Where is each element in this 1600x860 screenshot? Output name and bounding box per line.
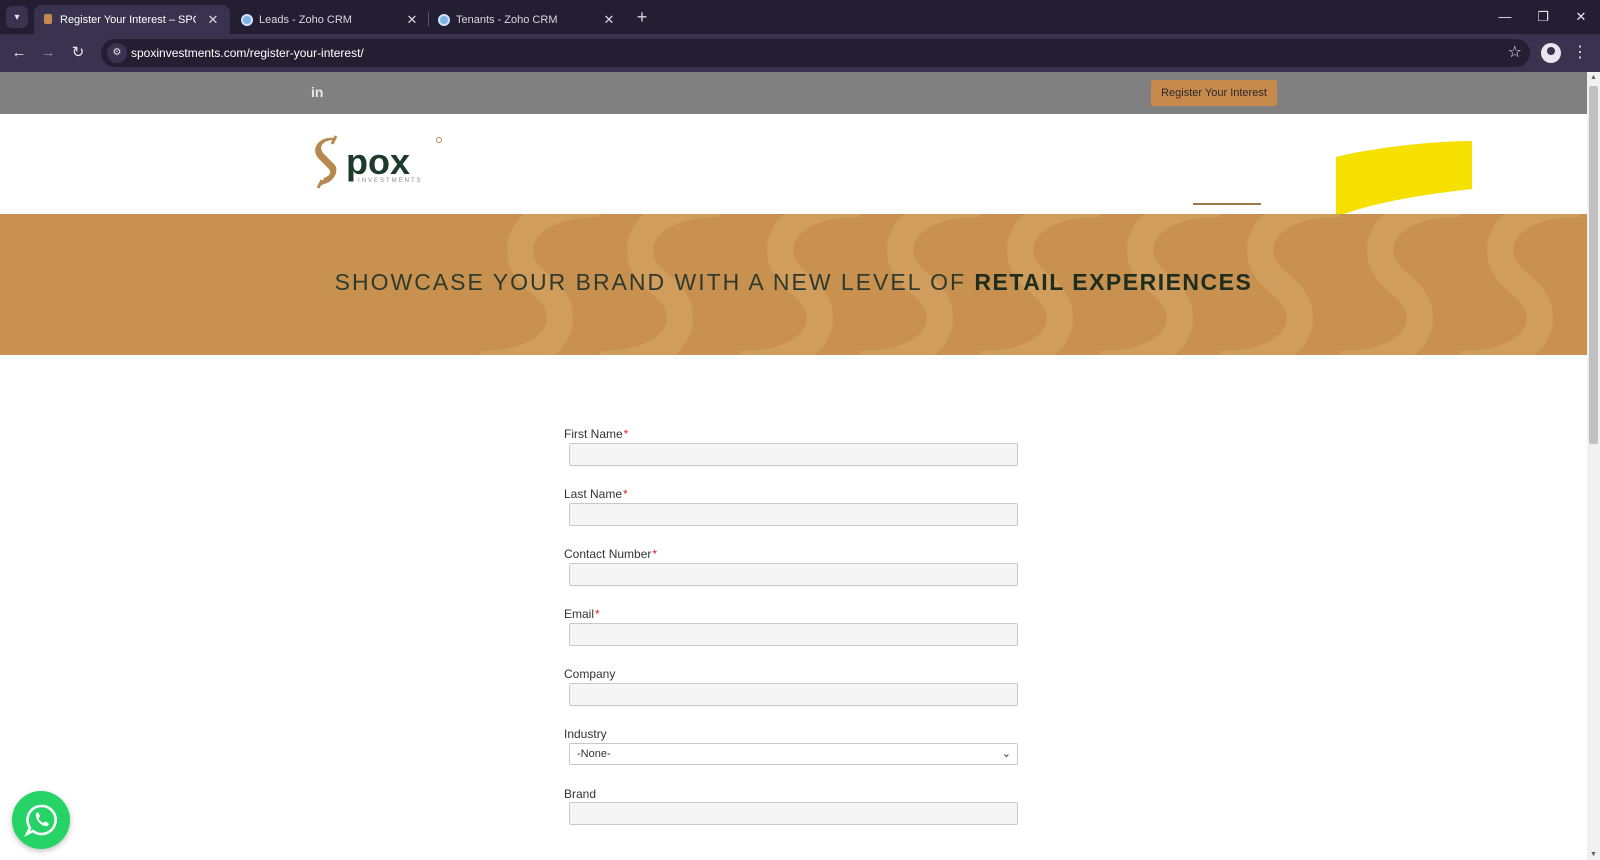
brand-input[interactable] <box>569 802 1018 825</box>
page-scrollbar[interactable]: ▲ ▼ <box>1587 72 1600 860</box>
tab-title: Register Your Interest – SPOX In <box>60 13 196 26</box>
address-bar[interactable]: ⚙ spoxinvestments.com/register-your-inte… <box>101 39 1530 67</box>
company-input[interactable] <box>569 683 1018 706</box>
chevron-down-icon: ⌄ <box>1001 748 1011 760</box>
linkedin-icon[interactable]: in <box>311 84 323 100</box>
hero-banner: SHOWCASE YOUR BRAND WITH A NEW LEVEL OF … <box>0 214 1587 355</box>
tab-strip: ▾ Register Your Interest – SPOX In ✕ Lea… <box>0 0 1600 34</box>
browser-toolbar: ← → ↻ ⚙ spoxinvestments.com/register-you… <box>0 34 1600 72</box>
industry-select[interactable]: -None- ⌄ <box>569 743 1018 765</box>
minimize-button[interactable]: — <box>1490 6 1520 28</box>
industry-label: Industry <box>564 727 607 741</box>
arrow-right-icon: → <box>40 44 56 61</box>
tab-leads-zoho[interactable]: Leads - Zoho CRM ✕ <box>233 5 429 34</box>
whatsapp-button[interactable] <box>12 791 70 849</box>
tab-register-interest[interactable]: Register Your Interest – SPOX In ✕ <box>34 5 230 34</box>
minimize-icon: — <box>1498 9 1512 24</box>
close-icon: ✕ <box>1575 9 1587 24</box>
close-icon[interactable]: ✕ <box>602 12 616 28</box>
restore-button[interactable]: ❐ <box>1528 6 1558 28</box>
first-name-input[interactable] <box>569 443 1018 466</box>
close-window-button[interactable]: ✕ <box>1566 6 1596 28</box>
page-viewport: in Register Your Interest pox INVESTMENT… <box>0 72 1587 860</box>
logo-subtitle: INVESTMENTS <box>358 178 423 184</box>
first-name-label: First Name* <box>564 427 629 441</box>
logo-wordmark: pox <box>346 141 410 182</box>
scroll-down-icon[interactable]: ▼ <box>1590 851 1597 858</box>
reload-button[interactable]: ↻ <box>67 42 89 64</box>
profile-avatar[interactable] <box>1541 43 1561 63</box>
brand-label: Brand <box>564 787 597 801</box>
menu-kebab-icon[interactable]: ⋮ <box>1572 42 1588 62</box>
scroll-thumb[interactable] <box>1589 86 1598 444</box>
last-name-label: Last Name* <box>564 487 628 501</box>
back-button[interactable]: ← <box>8 42 30 64</box>
tab-search-button[interactable]: ▾ <box>6 6 28 28</box>
url-text[interactable]: spoxinvestments.com/register-your-intere… <box>131 46 364 60</box>
hero-heading-light: SHOWCASE YOUR BRAND WITH A NEW LEVEL OF <box>334 269 967 295</box>
top-bar: in Register Your Interest <box>0 72 1587 114</box>
nav-underline <box>1193 203 1261 205</box>
register-interest-button[interactable]: Register Your Interest <box>1151 80 1277 106</box>
hero-heading: SHOWCASE YOUR BRAND WITH A NEW LEVEL OF … <box>0 269 1587 296</box>
forward-button[interactable]: → <box>37 42 59 64</box>
plus-icon: + <box>636 7 648 27</box>
contact-number-label: Contact Number* <box>564 547 658 561</box>
last-name-input[interactable] <box>569 503 1018 526</box>
bookmark-star-icon[interactable]: ☆ <box>1508 42 1522 62</box>
tab-title: Leads - Zoho CRM <box>259 13 352 26</box>
tab-title: Tenants - Zoho CRM <box>456 13 558 26</box>
industry-selected-value: -None- <box>577 748 611 760</box>
hero-heading-bold: RETAIL EXPERIENCES <box>974 269 1253 295</box>
tab-separator <box>428 12 429 26</box>
email-input[interactable] <box>569 623 1018 646</box>
close-icon[interactable]: ✕ <box>405 12 419 28</box>
zoho-icon <box>438 14 450 26</box>
contact-number-input[interactable] <box>569 563 1018 586</box>
site-header: pox INVESTMENTS <box>0 114 1587 217</box>
close-icon[interactable]: ✕ <box>206 12 220 28</box>
reload-icon: ↻ <box>71 44 85 61</box>
restore-icon: ❐ <box>1537 9 1549 24</box>
spox-icon <box>44 14 52 24</box>
scroll-up-icon[interactable]: ▲ <box>1590 74 1597 81</box>
company-label: Company <box>564 667 616 681</box>
tab-tenants-zoho[interactable]: Tenants - Zoho CRM ✕ <box>430 5 626 34</box>
whatsapp-icon <box>24 804 57 837</box>
arrow-left-icon: ← <box>11 44 27 61</box>
highlight-shape <box>1336 141 1472 217</box>
zoho-icon <box>241 14 253 26</box>
email-label: Email* <box>564 607 600 621</box>
chevron-down-icon: ▾ <box>14 11 20 23</box>
new-tab-button[interactable]: + <box>632 6 652 28</box>
site-settings-icon[interactable]: ⚙ <box>107 43 127 63</box>
spox-logo[interactable]: pox INVESTMENTS <box>312 134 448 194</box>
